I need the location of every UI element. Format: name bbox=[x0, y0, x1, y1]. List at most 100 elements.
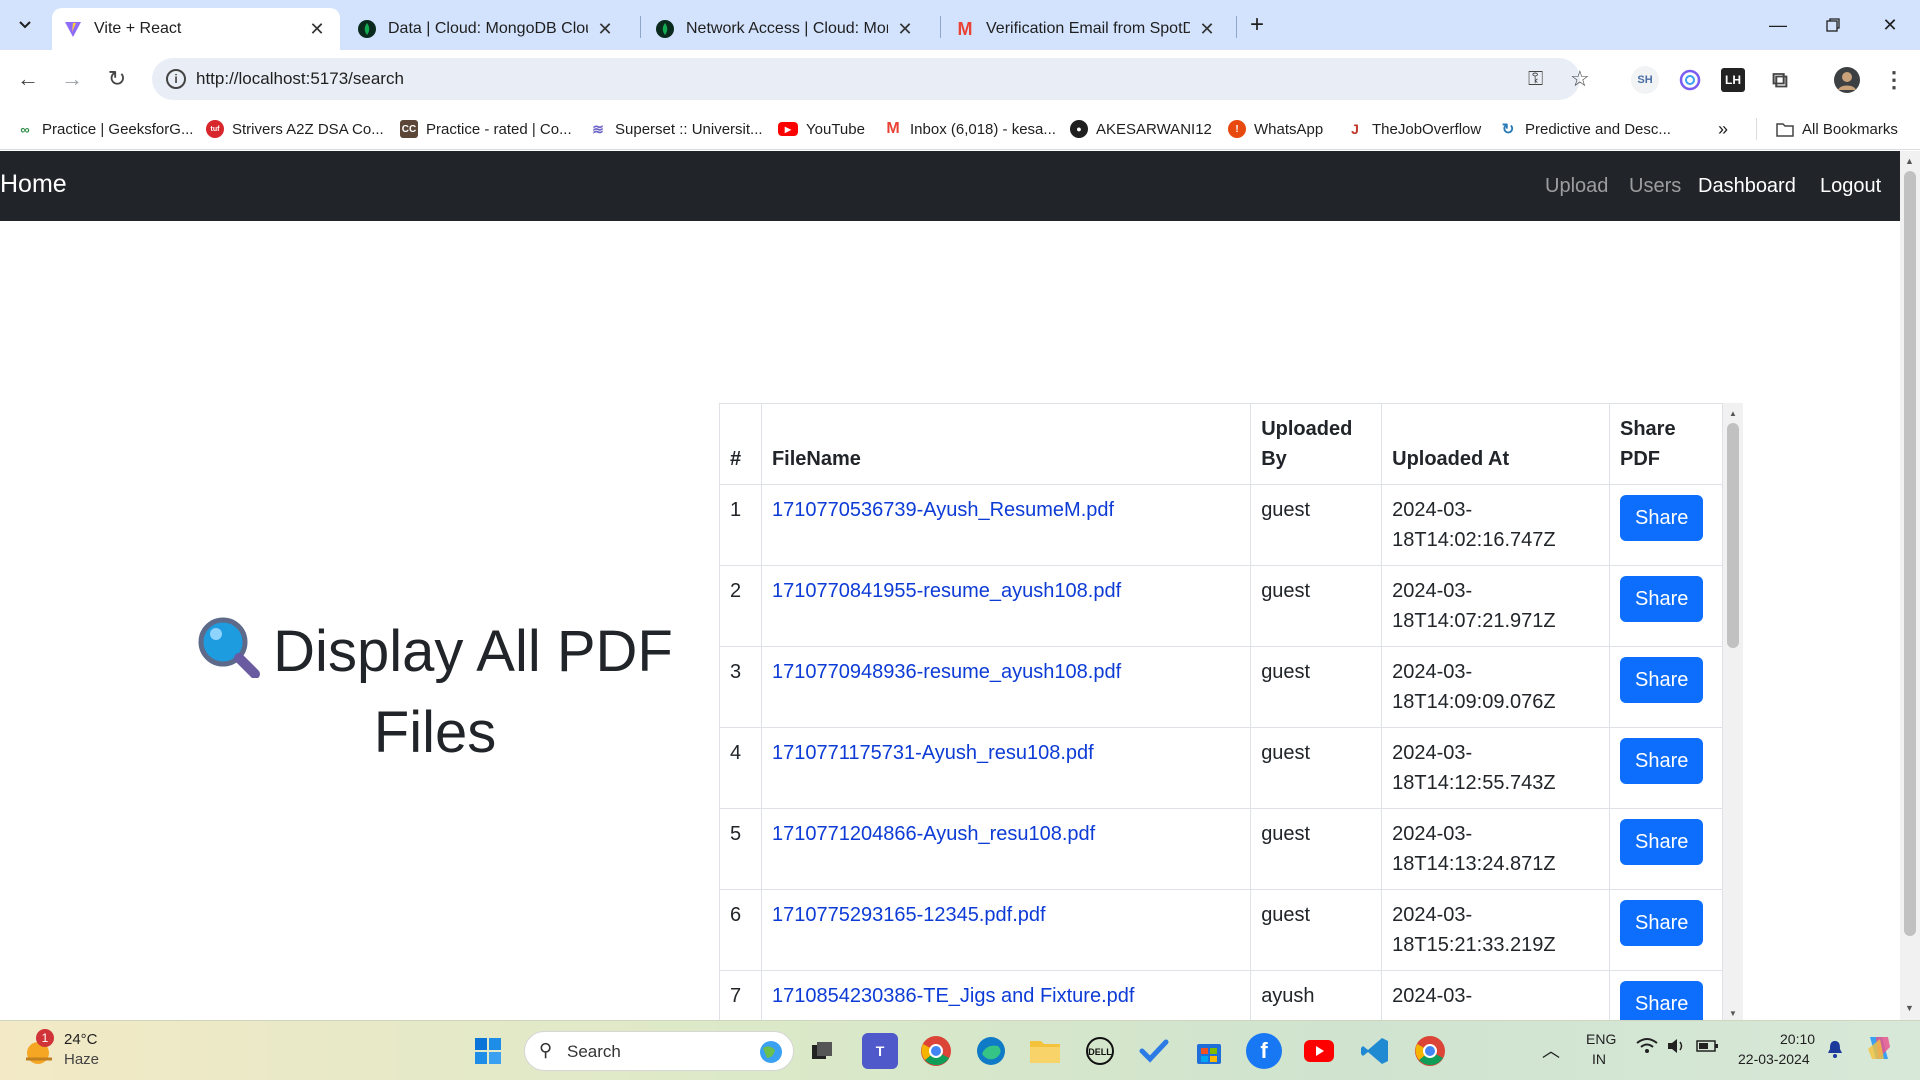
vscode-icon[interactable] bbox=[1357, 1033, 1393, 1069]
chrome-profile-icon[interactable] bbox=[1412, 1033, 1448, 1069]
speaker-icon[interactable] bbox=[1666, 1037, 1688, 1058]
file-link[interactable]: 1710770841955-resume_ayush108.pdf bbox=[772, 580, 1121, 602]
weather-widget[interactable]: 1 bbox=[22, 1029, 58, 1069]
clock-time[interactable]: 20:10 bbox=[1780, 1031, 1815, 1047]
chevron-up-icon[interactable]: ︿ bbox=[1542, 1037, 1560, 1063]
more-bookmarks-chevron-icon[interactable]: » bbox=[1718, 117, 1728, 141]
battery-icon[interactable] bbox=[1696, 1037, 1720, 1058]
file-link[interactable]: 1710854230386-TE_Jigs and Fixture.pdf bbox=[772, 985, 1134, 1007]
file-link[interactable]: 1710775293165-12345.pdf.pdf bbox=[772, 904, 1046, 926]
browser-tab[interactable]: Data | Cloud: MongoDB Cloud ✕ bbox=[346, 8, 628, 50]
scroll-up-icon[interactable]: ▲ bbox=[1905, 156, 1914, 166]
all-bookmarks[interactable]: All Bookmarks bbox=[1776, 117, 1898, 141]
todo-check-icon[interactable] bbox=[1136, 1033, 1172, 1069]
taskbar-search[interactable]: ⚲ Search bbox=[524, 1031, 794, 1071]
bookmark-item[interactable]: tuf Strivers A2Z DSA Co... bbox=[206, 117, 384, 141]
bookmark-item[interactable]: ∞ Practice | GeeksforG... bbox=[16, 117, 193, 141]
tab-search-dropdown[interactable] bbox=[10, 10, 40, 40]
uploaded-at: 2024-03-18T14:07:21.971Z bbox=[1381, 565, 1610, 647]
chrome-icon[interactable] bbox=[918, 1033, 954, 1069]
share-button[interactable]: Share bbox=[1620, 738, 1704, 784]
back-arrow-icon[interactable]: ← bbox=[11, 62, 45, 96]
close-icon[interactable]: ✕ bbox=[894, 19, 916, 40]
table-scrollbar[interactable]: ▲ ▼ bbox=[1723, 403, 1743, 1020]
nav-link-users[interactable]: Users bbox=[1629, 175, 1681, 198]
file-link[interactable]: 1710771204866-Ayush_resu108.pdf bbox=[772, 823, 1095, 845]
restore-icon[interactable] bbox=[1813, 8, 1853, 42]
file-link[interactable]: 1710770536739-Ayush_ResumeM.pdf bbox=[772, 499, 1114, 521]
bookmark-item[interactable]: ● AKESARWANI12 bbox=[1070, 117, 1212, 141]
extension-sh-icon[interactable]: SH bbox=[1631, 66, 1659, 94]
edge-icon[interactable] bbox=[973, 1033, 1009, 1069]
file-link[interactable]: 1710770948936-resume_ayush108.pdf bbox=[772, 661, 1121, 683]
extension-swirl-icon[interactable] bbox=[1676, 66, 1704, 94]
share-button[interactable]: Share bbox=[1620, 576, 1704, 622]
home-brand-link[interactable]: Home bbox=[0, 170, 67, 199]
task-view-icon[interactable] bbox=[804, 1033, 840, 1069]
nav-link-dashboard[interactable]: Dashboard bbox=[1698, 175, 1796, 198]
close-icon[interactable]: ✕ bbox=[1196, 19, 1218, 40]
scroll-down-icon[interactable]: ▼ bbox=[1905, 1003, 1914, 1013]
bookmark-item[interactable]: J TheJobOverflow bbox=[1346, 117, 1481, 141]
nav-link-upload[interactable]: Upload bbox=[1545, 175, 1608, 198]
uploaded-at: 2024-03-18T15:21:33.219Z bbox=[1381, 889, 1610, 971]
key-icon[interactable]: ⚿ bbox=[1528, 68, 1543, 91]
minimize-icon[interactable]: — bbox=[1758, 8, 1798, 42]
file-explorer-icon[interactable] bbox=[1027, 1033, 1063, 1069]
github-icon: ● bbox=[1070, 120, 1088, 138]
scroll-down-icon[interactable]: ▼ bbox=[1729, 1009, 1737, 1018]
browser-tab[interactable]: M Verification Email from SpotDra ✕ bbox=[944, 8, 1230, 50]
share-button[interactable]: Share bbox=[1620, 819, 1704, 865]
magnifying-glass-icon bbox=[197, 616, 261, 696]
bookmark-item[interactable]: ! WhatsApp bbox=[1228, 117, 1323, 141]
row-num: 2 bbox=[719, 565, 762, 647]
new-tab-plus-icon[interactable]: + bbox=[1243, 12, 1271, 40]
dell-icon[interactable]: DELL bbox=[1082, 1033, 1118, 1069]
browser-tab[interactable]: Network Access | Cloud: Mongo ✕ bbox=[644, 8, 928, 50]
tuf-icon: tuf bbox=[206, 120, 224, 138]
close-icon[interactable]: ✕ bbox=[306, 19, 328, 40]
header-uploaded-at: Uploaded At bbox=[1381, 403, 1610, 485]
wifi-icon[interactable] bbox=[1636, 1037, 1658, 1060]
youtube-icon[interactable] bbox=[1301, 1033, 1337, 1069]
copilot-icon[interactable] bbox=[1864, 1033, 1894, 1066]
site-info-icon[interactable]: i bbox=[166, 69, 186, 89]
share-button[interactable]: Share bbox=[1620, 495, 1704, 541]
share-button[interactable]: Share bbox=[1620, 981, 1704, 1020]
bookmark-item[interactable]: ↻ Predictive and Desc... bbox=[1499, 117, 1671, 141]
window-close-icon[interactable]: ✕ bbox=[1870, 8, 1910, 42]
forward-arrow-icon[interactable]: → bbox=[55, 62, 89, 96]
bookmark-item[interactable]: CC Practice - rated | Co... bbox=[400, 117, 572, 141]
bookmark-item[interactable]: ≋ Superset :: Universit... bbox=[589, 117, 762, 141]
table-row: 7 1710854230386-TE_Jigs and Fixture.pdf … bbox=[719, 970, 1723, 1020]
scroll-up-icon[interactable]: ▲ bbox=[1729, 409, 1737, 418]
kebab-menu-icon[interactable]: ⋮ bbox=[1880, 66, 1908, 94]
nav-link-logout[interactable]: Logout bbox=[1820, 175, 1881, 198]
file-link[interactable]: 1710771175731-Ayush_resu108.pdf bbox=[772, 742, 1094, 764]
page-scrollbar[interactable]: ▲ ▼ bbox=[1900, 151, 1920, 1021]
bookmark-item[interactable]: M Inbox (6,018) - kesa... bbox=[884, 117, 1056, 141]
extensions-puzzle-icon[interactable]: ⧉ bbox=[1766, 66, 1794, 94]
teams-icon[interactable]: T bbox=[862, 1033, 898, 1069]
reload-icon[interactable]: ↻ bbox=[100, 62, 134, 96]
extension-lh-icon[interactable]: LH bbox=[1721, 68, 1745, 92]
address-bar[interactable]: i http://localhost:5173/search ⚿ ☆ bbox=[152, 58, 1590, 100]
share-button[interactable]: Share bbox=[1620, 900, 1704, 946]
facebook-icon[interactable]: f bbox=[1246, 1033, 1282, 1069]
avatar[interactable] bbox=[1833, 66, 1861, 94]
bookmark-item[interactable]: ▶ YouTube bbox=[778, 117, 865, 141]
clock-date[interactable]: 22-03-2024 bbox=[1738, 1051, 1810, 1067]
close-icon[interactable]: ✕ bbox=[594, 19, 616, 40]
notifications-bell-icon[interactable] bbox=[1826, 1039, 1844, 1062]
scrollbar-thumb[interactable] bbox=[1904, 171, 1916, 936]
share-button[interactable]: Share bbox=[1620, 657, 1704, 703]
row-num: 1 bbox=[719, 484, 762, 566]
browser-tab[interactable]: Vite + React ✕ bbox=[52, 8, 340, 50]
scrollbar-thumb[interactable] bbox=[1727, 423, 1739, 648]
store-icon[interactable] bbox=[1191, 1033, 1227, 1069]
windows-start-icon[interactable] bbox=[470, 1033, 506, 1069]
language-indicator[interactable]: ENG bbox=[1586, 1031, 1616, 1047]
superset-icon: ≋ bbox=[592, 120, 604, 137]
star-icon[interactable]: ☆ bbox=[1570, 66, 1590, 92]
url-text[interactable]: http://localhost:5173/search bbox=[196, 69, 404, 89]
